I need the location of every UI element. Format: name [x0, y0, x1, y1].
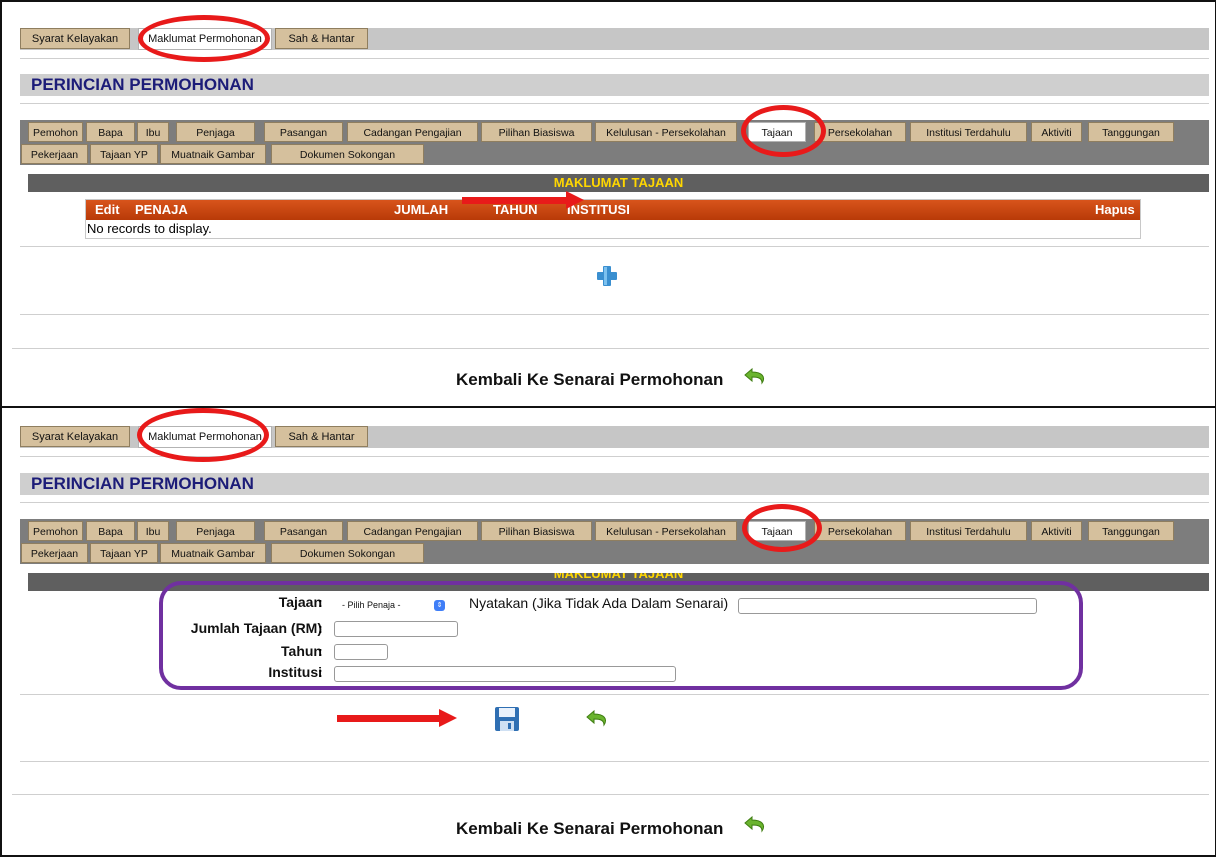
- tab-penjaga[interactable]: Penjaga: [176, 122, 255, 142]
- tab-tanggungan[interactable]: Tanggungan: [1088, 521, 1174, 541]
- divider: [20, 314, 1209, 315]
- page-title: PERINCIAN PERMOHONAN: [31, 75, 254, 94]
- sponsorship-grid: Edit PENAJA JUMLAH TAHUN INSTITUSI Hapus…: [85, 199, 1141, 239]
- annotation-arrow: [462, 191, 584, 209]
- page-title-bar: PERINCIAN PERMOHONAN: [20, 473, 1209, 495]
- tab-pemohon[interactable]: Pemohon: [28, 122, 83, 142]
- tab-pasangan[interactable]: Pasangan: [264, 122, 343, 142]
- tab-bapa[interactable]: Bapa: [86, 122, 135, 142]
- tab-penjaga[interactable]: Penjaga: [176, 521, 255, 541]
- divider: [20, 761, 1209, 762]
- tab-pasangan[interactable]: Pasangan: [264, 521, 343, 541]
- col-jumlah: JUMLAH: [394, 202, 449, 217]
- tab-bapa[interactable]: Bapa: [86, 521, 135, 541]
- annotation-oval: [137, 408, 269, 462]
- back-link-label: Kembali Ke Senarai Permohonan: [456, 819, 724, 838]
- divider: [20, 246, 1209, 247]
- divider: [12, 794, 1209, 795]
- annotation-oval: [742, 504, 822, 552]
- tab-pilihan-biasiswa[interactable]: Pilihan Biasiswa: [481, 521, 592, 541]
- tab-muatnaik-gambar[interactable]: Muatnaik Gambar: [160, 144, 266, 164]
- plus-icon: [597, 266, 617, 286]
- tab-syarat-kelayakan[interactable]: Syarat Kelayakan: [20, 28, 130, 49]
- tab-syarat-kelayakan[interactable]: Syarat Kelayakan: [20, 426, 130, 447]
- tab-pekerjaan[interactable]: Pekerjaan: [21, 543, 88, 563]
- annotation-oval: [138, 15, 270, 62]
- divider: [20, 103, 1209, 104]
- tab-sah-hantar[interactable]: Sah & Hantar: [275, 426, 368, 447]
- tab-kelulusan-persekolahan[interactable]: Kelulusan - Persekolahan: [595, 122, 737, 142]
- tab-aktiviti[interactable]: Aktiviti: [1031, 122, 1082, 142]
- screenshot-panel-form: Syarat Kelayakan Maklumat Permohonan Sah…: [0, 406, 1216, 857]
- col-penaja: PENAJA: [135, 202, 188, 217]
- col-edit: Edit: [95, 202, 120, 217]
- tab-institusi-terdahulu[interactable]: Institusi Terdahulu: [910, 122, 1027, 142]
- tab-pilihan-biasiswa[interactable]: Pilihan Biasiswa: [481, 122, 592, 142]
- tab-kelulusan-persekolahan[interactable]: Kelulusan - Persekolahan: [595, 521, 737, 541]
- tab-pekerjaan[interactable]: Pekerjaan: [21, 144, 88, 164]
- tab-muatnaik-gambar[interactable]: Muatnaik Gambar: [160, 543, 266, 563]
- tab-institusi-terdahulu[interactable]: Institusi Terdahulu: [910, 521, 1027, 541]
- tab-tajaan-yp[interactable]: Tajaan YP: [90, 144, 158, 164]
- tab-cadangan-pengajian[interactable]: Cadangan Pengajian: [347, 521, 478, 541]
- tab-dokumen-sokongan[interactable]: Dokumen Sokongan: [271, 144, 424, 164]
- tab-persekolahan[interactable]: Persekolahan: [814, 122, 906, 142]
- tab-tajaan-yp[interactable]: Tajaan YP: [90, 543, 158, 563]
- tab-pemohon[interactable]: Pemohon: [28, 521, 83, 541]
- grid-empty-message: No records to display.: [87, 221, 212, 236]
- grid-header: Edit PENAJA JUMLAH TAHUN INSTITUSI Hapus: [86, 200, 1140, 220]
- page-title-bar: PERINCIAN PERMOHONAN: [20, 74, 1209, 96]
- tab-persekolahan[interactable]: Persekolahan: [814, 521, 906, 541]
- detail-tab-strip: Pemohon Bapa Ibu Penjaga Pasangan Cadang…: [20, 519, 1209, 564]
- tab-ibu[interactable]: Ibu: [137, 122, 169, 142]
- tab-dokumen-sokongan[interactable]: Dokumen Sokongan: [271, 543, 424, 563]
- annotation-arrow: [337, 709, 457, 727]
- divider: [20, 502, 1209, 503]
- section-title: MAKLUMAT TAJAAN: [553, 573, 684, 581]
- add-button[interactable]: [596, 265, 618, 287]
- section-title: MAKLUMAT TAJAAN: [553, 175, 684, 190]
- undo-arrow-icon: [586, 709, 607, 727]
- tab-sah-hantar[interactable]: Sah & Hantar: [275, 28, 368, 49]
- undo-arrow-icon: [744, 367, 765, 385]
- floppy-save-icon: [495, 707, 519, 731]
- tab-ibu[interactable]: Ibu: [137, 521, 169, 541]
- cancel-back-button[interactable]: [584, 706, 612, 730]
- save-button[interactable]: [494, 706, 520, 732]
- screenshot-panel-list: Syarat Kelayakan Maklumat Permohonan Sah…: [0, 0, 1216, 408]
- divider: [12, 348, 1209, 349]
- back-link-label: Kembali Ke Senarai Permohonan: [456, 370, 724, 389]
- tab-aktiviti[interactable]: Aktiviti: [1031, 521, 1082, 541]
- annotation-oval: [741, 105, 826, 157]
- tab-tanggungan[interactable]: Tanggungan: [1088, 122, 1174, 142]
- page-title: PERINCIAN PERMOHONAN: [31, 474, 254, 493]
- annotation-form-highlight: [159, 581, 1083, 690]
- detail-tab-strip: Pemohon Bapa Ibu Penjaga Pasangan Cadang…: [20, 120, 1209, 165]
- section-header: MAKLUMAT TAJAAN: [28, 174, 1209, 192]
- col-hapus: Hapus: [1095, 202, 1135, 217]
- tab-cadangan-pengajian[interactable]: Cadangan Pengajian: [347, 122, 478, 142]
- undo-arrow-icon: [744, 815, 765, 833]
- divider: [20, 694, 1209, 695]
